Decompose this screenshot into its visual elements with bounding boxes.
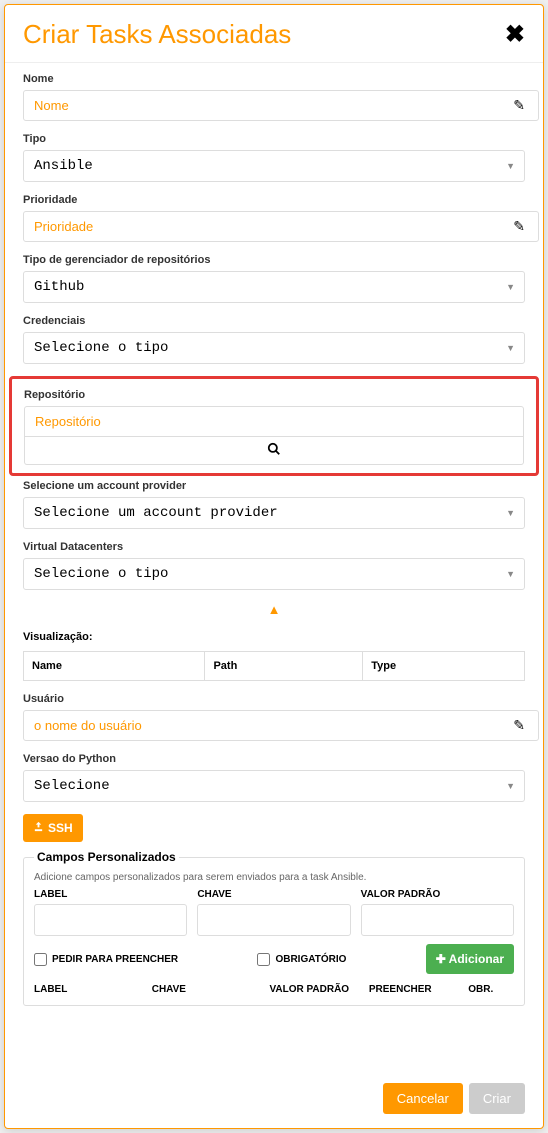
ask-fill-checkbox[interactable] — [34, 953, 47, 966]
type-label: Tipo — [23, 133, 525, 145]
account-provider-group: Selecione um account provider Selecione … — [23, 480, 525, 529]
vdc-group: Virtual Datacenters Selecione o tipo — [23, 541, 525, 590]
search-icon — [267, 443, 281, 459]
cf-default-input[interactable] — [361, 904, 514, 936]
cf-hdr-obr: OBR. — [468, 984, 514, 995]
warning-icon: ▲ — [23, 602, 525, 617]
table-header-name: Name — [24, 652, 205, 681]
python-version-group: Versao do Python Selecione — [23, 753, 525, 802]
credentials-group: Credenciais Selecione o tipo — [23, 315, 525, 364]
priority-input[interactable] — [23, 211, 539, 242]
close-icon[interactable]: ✖ — [505, 20, 525, 49]
edit-icon[interactable]: ✎ — [513, 717, 525, 734]
repository-highlighted-group: Repositório — [9, 376, 539, 476]
upload-icon — [33, 821, 44, 835]
custom-fields-fieldset: Campos Personalizados Adicione campos pe… — [23, 850, 525, 1006]
cf-hdr-fill: PREENCHER — [369, 984, 460, 995]
vdc-label: Virtual Datacenters — [23, 541, 525, 553]
user-label: Usuário — [23, 693, 525, 705]
ask-fill-label: PEDIR PARA PREENCHER — [52, 954, 178, 965]
repository-search-button[interactable] — [24, 437, 524, 465]
cf-hdr-key: CHAVE — [152, 984, 262, 995]
cancel-button[interactable]: Cancelar — [383, 1083, 463, 1114]
python-version-select[interactable]: Selecione — [23, 770, 525, 802]
modal-title: Criar Tasks Associadas — [23, 19, 291, 50]
user-input[interactable] — [23, 710, 539, 741]
account-provider-label: Selecione um account provider — [23, 480, 525, 492]
repo-manager-group: Tipo de gerenciador de repositórios Gith… — [23, 254, 525, 303]
python-version-label: Versao do Python — [23, 753, 525, 765]
user-group: Usuário ✎ — [23, 693, 525, 741]
account-provider-select[interactable]: Selecione um account provider — [23, 497, 525, 529]
create-button[interactable]: Criar — [469, 1083, 525, 1114]
name-input[interactable] — [23, 90, 539, 121]
mandatory-checkbox[interactable] — [257, 953, 270, 966]
table-header-type: Type — [363, 652, 525, 681]
add-button[interactable]: ✚ Adicionar — [426, 944, 514, 974]
modal-header: Criar Tasks Associadas ✖ — [5, 5, 543, 63]
cf-hdr-label: LABEL — [34, 984, 144, 995]
name-group: Nome ✎ — [23, 73, 525, 121]
vdc-select[interactable]: Selecione o tipo — [23, 558, 525, 590]
priority-group: Prioridade ✎ — [23, 194, 525, 242]
priority-label: Prioridade — [23, 194, 525, 206]
mandatory-label: OBRIGATÓRIO — [275, 954, 346, 965]
cf-label-label: LABEL — [34, 889, 187, 900]
repository-input[interactable] — [24, 406, 524, 437]
create-tasks-modal: Criar Tasks Associadas ✖ Nome ✎ Tipo Ans… — [4, 4, 544, 1129]
custom-fields-description: Adicione campos personalizados para sere… — [34, 872, 514, 883]
edit-icon[interactable]: ✎ — [513, 97, 525, 114]
ssh-button-label: SSH — [48, 821, 73, 835]
mandatory-check: OBRIGATÓRIO — [257, 953, 346, 966]
plus-icon: ✚ — [436, 952, 446, 966]
name-label: Nome — [23, 73, 525, 85]
ask-fill-check: PEDIR PARA PREENCHER — [34, 953, 178, 966]
cf-hdr-default: VALOR PADRÃO — [269, 984, 360, 995]
add-button-label: Adicionar — [449, 952, 504, 966]
visualization-table: Name Path Type — [23, 651, 525, 681]
repo-manager-select[interactable]: Github — [23, 271, 525, 303]
table-header-path: Path — [205, 652, 363, 681]
cf-label-input[interactable] — [34, 904, 187, 936]
repository-label: Repositório — [24, 389, 524, 401]
cf-key-input[interactable] — [197, 904, 350, 936]
edit-icon[interactable]: ✎ — [513, 218, 525, 235]
custom-fields-legend: Campos Personalizados — [34, 850, 179, 864]
cf-default-label: VALOR PADRÃO — [361, 889, 514, 900]
credentials-select[interactable]: Selecione o tipo — [23, 332, 525, 364]
modal-footer: Cancelar Criar — [5, 1069, 543, 1128]
modal-body: Nome ✎ Tipo Ansible Prioridade ✎ Tipo de… — [5, 63, 543, 1069]
visualization-label: Visualização: — [23, 631, 525, 643]
cf-table-header: LABEL CHAVE VALOR PADRÃO PREENCHER OBR. — [34, 984, 514, 995]
ssh-button[interactable]: SSH — [23, 814, 83, 842]
type-group: Tipo Ansible — [23, 133, 525, 182]
type-select[interactable]: Ansible — [23, 150, 525, 182]
visualization-group: Visualização: Name Path Type — [23, 631, 525, 681]
credentials-label: Credenciais — [23, 315, 525, 327]
cf-key-label: CHAVE — [197, 889, 350, 900]
repo-manager-label: Tipo de gerenciador de repositórios — [23, 254, 525, 266]
